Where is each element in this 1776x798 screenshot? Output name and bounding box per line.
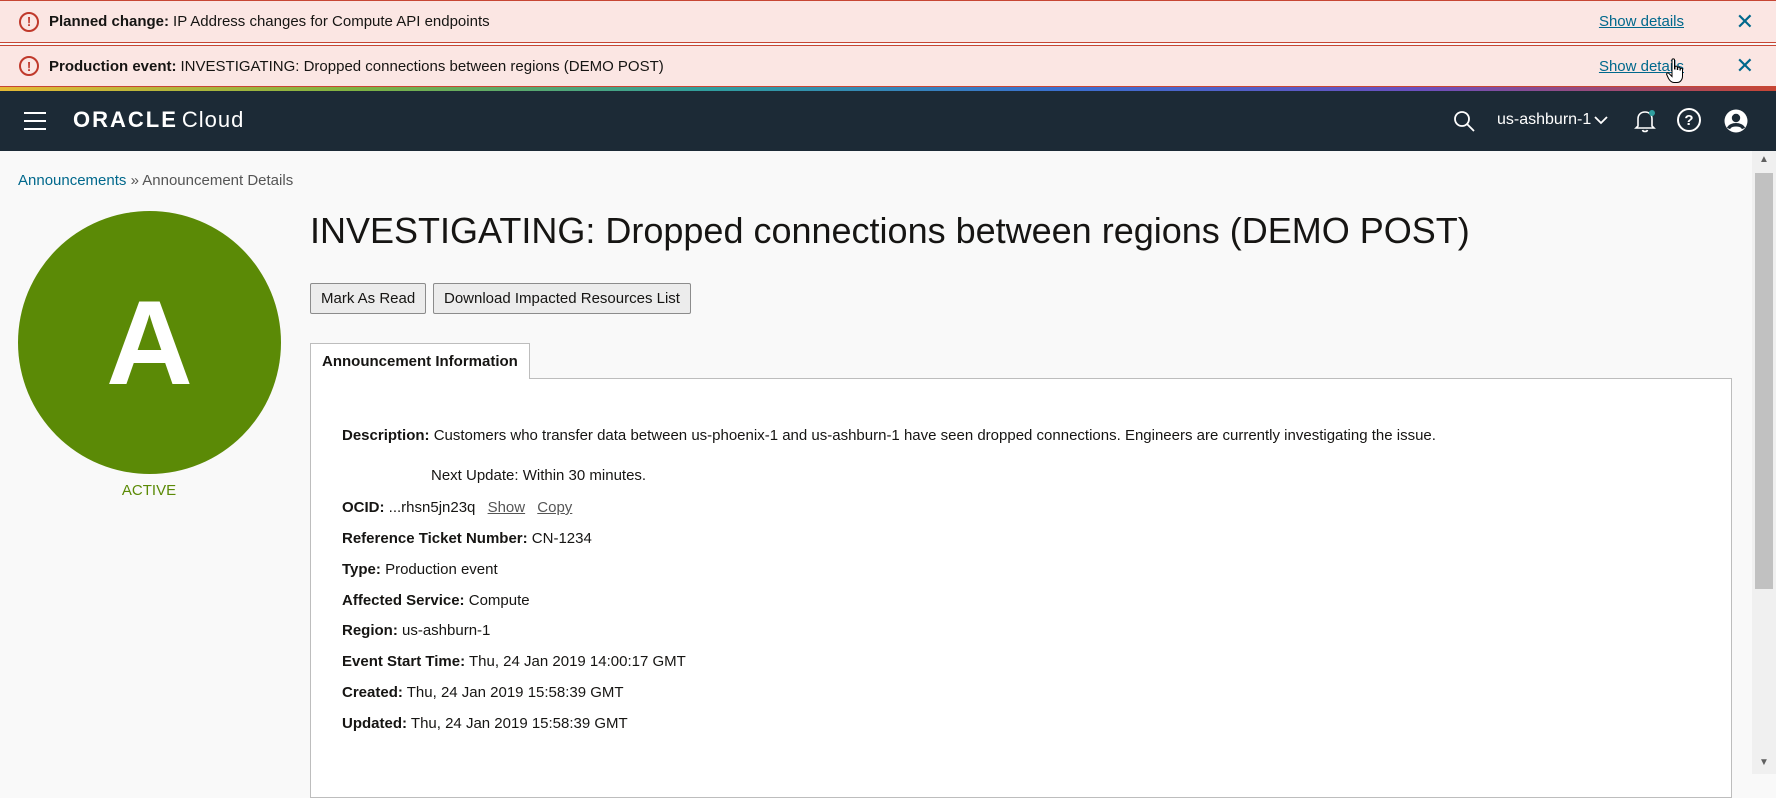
- type-value: Production event: [385, 561, 498, 578]
- status-label: ACTIVE: [121, 482, 177, 499]
- region-value: us-ashburn-1: [402, 622, 491, 639]
- ticket-value: CN-1234: [531, 530, 592, 547]
- scrollbar-thumb[interactable]: [1755, 173, 1773, 589]
- show-details-link[interactable]: Show details: [1599, 13, 1684, 30]
- event-start-value: Thu, 24 Jan 2019 14:00:17 GMT: [469, 653, 686, 670]
- ocid-copy-link[interactable]: Copy: [537, 499, 572, 516]
- breadcrumb: Announcements » Announcement Details: [18, 172, 293, 189]
- menu-icon[interactable]: [24, 112, 46, 136]
- affected-service-row: Affected Service: Compute: [342, 592, 530, 609]
- updated-value: Thu, 24 Jan 2019 15:58:39 GMT: [410, 715, 628, 732]
- page-title: INVESTIGATING: Dropped connections betwe…: [310, 210, 1470, 251]
- tab-announcement-information[interactable]: Announcement Information: [310, 343, 530, 379]
- user-icon[interactable]: [1723, 108, 1749, 134]
- region-selector[interactable]: us-ashburn-1: [1497, 111, 1591, 129]
- hand-cursor-icon: [1666, 58, 1683, 83]
- bell-icon[interactable]: [1632, 108, 1658, 134]
- close-icon[interactable]: ✕: [1736, 9, 1754, 35]
- description-text: Customers who transfer data between us-p…: [433, 427, 1436, 444]
- banner-text: INVESTIGATING: Dropped connections betwe…: [180, 57, 664, 75]
- event-start-row: Event Start Time: Thu, 24 Jan 2019 14:00…: [342, 653, 686, 670]
- banner-label: Planned change:: [49, 13, 170, 30]
- alert-icon: !: [19, 11, 39, 32]
- affected-service-value: Compute: [468, 592, 530, 609]
- scroll-up-arrow-icon[interactable]: ▲: [1759, 154, 1769, 165]
- mark-as-read-button[interactable]: Mark As Read: [310, 283, 427, 314]
- ocid-value: ...rhsn5jn23q: [388, 499, 476, 516]
- close-icon[interactable]: ✕: [1736, 53, 1754, 79]
- avatar-letter: A: [106, 275, 193, 410]
- breadcrumb-separator: »: [130, 172, 139, 189]
- type-row: Type: Production event: [342, 561, 498, 578]
- download-impacted-resources-button[interactable]: Download Impacted Resources List: [433, 283, 691, 314]
- region-row: Region: us-ashburn-1: [342, 622, 491, 639]
- ocid-show-link[interactable]: Show: [488, 499, 526, 516]
- ticket-row: Reference Ticket Number: CN-1234: [342, 530, 592, 547]
- created-value: Thu, 24 Jan 2019 15:58:39 GMT: [406, 684, 624, 701]
- oracle-cloud-logo[interactable]: ORACLE Cloud: [73, 107, 244, 133]
- production-event-banner: ! Production event: INVESTIGATING: Dropp…: [0, 45, 1776, 87]
- breadcrumb-current: Announcement Details: [142, 172, 294, 189]
- vertical-scrollbar[interactable]: ▲ ▼: [1752, 151, 1776, 774]
- top-navigation-bar: ORACLE Cloud us-ashburn-1 ?: [0, 91, 1776, 151]
- announcement-avatar: A: [18, 211, 281, 474]
- alert-icon: !: [19, 56, 39, 76]
- breadcrumb-announcements-link[interactable]: Announcements: [18, 172, 126, 189]
- planned-change-banner: ! Planned change: IP Address changes for…: [0, 0, 1776, 43]
- help-icon[interactable]: ?: [1677, 108, 1701, 132]
- scroll-down-arrow-icon[interactable]: ▼: [1759, 757, 1769, 768]
- updated-row: Updated: Thu, 24 Jan 2019 15:58:39 GMT: [342, 715, 628, 732]
- ocid-row: OCID: ...rhsn5jn23q Show Copy: [342, 499, 573, 516]
- banner-label: Production event:: [49, 57, 177, 75]
- description-row: Description: Customers who transfer data…: [342, 427, 1436, 444]
- created-row: Created: Thu, 24 Jan 2019 15:58:39 GMT: [342, 684, 624, 701]
- next-update-text: Next Update: Within 30 minutes.: [431, 467, 647, 484]
- chevron-down-icon[interactable]: [1592, 110, 1610, 130]
- search-icon[interactable]: [1451, 108, 1477, 134]
- banner-text: IP Address changes for Compute API endpo…: [173, 13, 490, 30]
